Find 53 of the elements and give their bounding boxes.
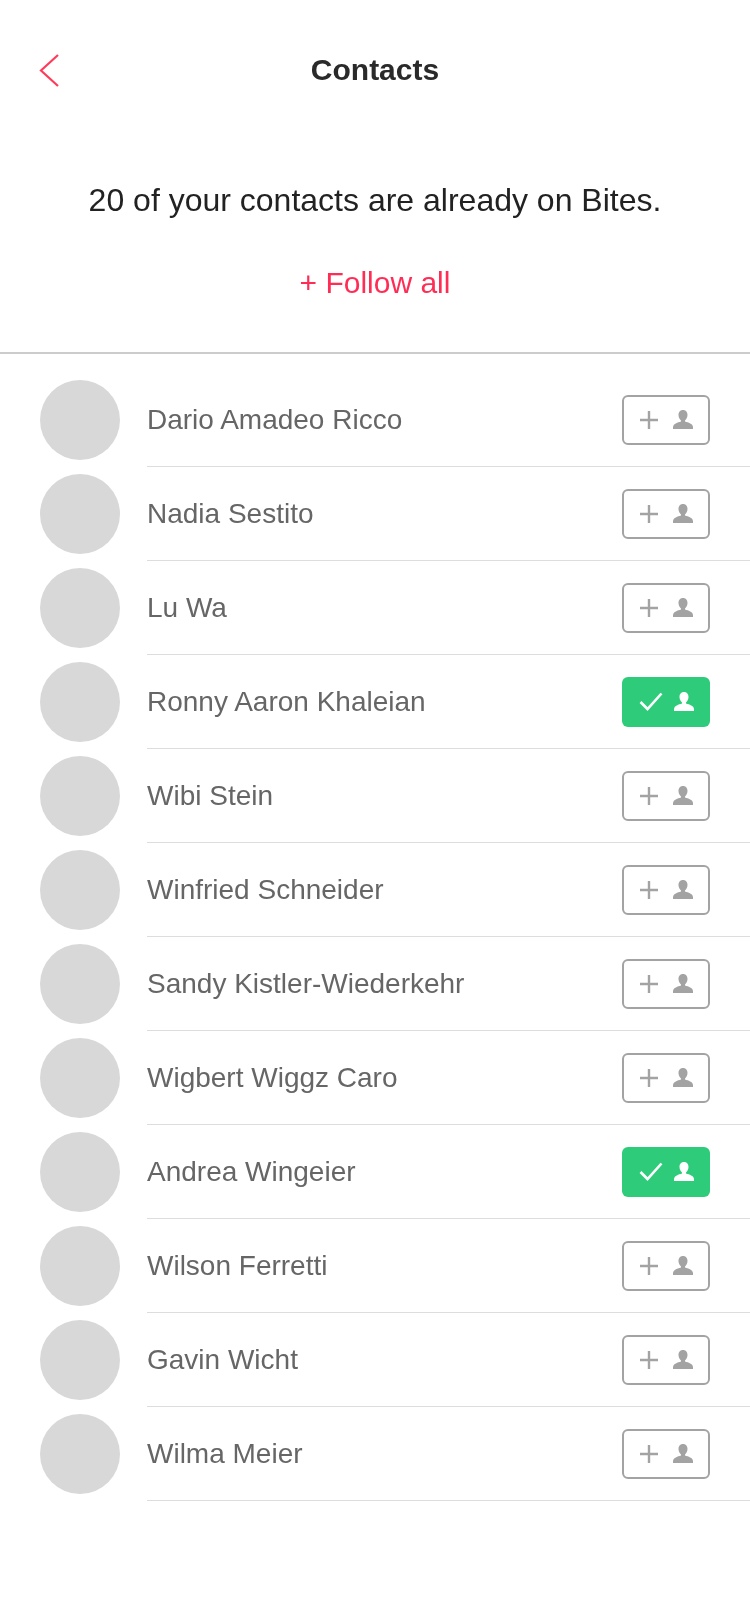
contact-name: Wigbert Wiggz Caro <box>147 1060 398 1095</box>
contact-name: Lu Wa <box>147 590 227 625</box>
plus-icon <box>640 410 658 429</box>
contact-name: Gavin Wicht <box>147 1342 298 1377</box>
person-icon <box>674 692 694 711</box>
plus-icon <box>640 974 658 993</box>
back-button[interactable] <box>39 53 59 87</box>
follow-button[interactable] <box>622 1146 710 1197</box>
contact-name: Dario Amadeo Ricco <box>147 402 403 437</box>
person-icon <box>673 974 693 993</box>
person-icon <box>673 786 693 805</box>
follow-button[interactable] <box>622 864 710 915</box>
follow-button[interactable] <box>622 1240 710 1291</box>
plus-icon <box>640 598 658 617</box>
person-icon <box>673 1350 693 1369</box>
contact-name: Winfried Schneider <box>147 872 384 907</box>
follow-button[interactable] <box>622 488 710 539</box>
contact-name: Wibi Stein <box>147 778 274 813</box>
follow-button[interactable] <box>622 582 710 633</box>
follow-button[interactable] <box>622 1428 710 1479</box>
contact-name: Wilson Ferretti <box>147 1248 328 1283</box>
plus-icon <box>640 880 658 899</box>
follow-button[interactable] <box>622 1052 710 1103</box>
plus-icon <box>640 1068 658 1087</box>
person-icon <box>673 880 693 899</box>
follow-all-button[interactable]: + Follow all <box>299 263 451 303</box>
person-icon <box>673 504 693 523</box>
plus-icon <box>640 1444 658 1463</box>
person-icon <box>673 598 693 617</box>
person-icon <box>673 1068 693 1087</box>
contacts-message: 20 of your contacts are already on Bites. <box>87 181 663 220</box>
person-icon <box>674 1162 694 1181</box>
plus-icon <box>640 504 658 523</box>
contact-name: Sandy Kistler-Wiederkehr <box>147 966 465 1001</box>
contact-name: Andrea Wingeier <box>147 1154 356 1189</box>
follow-button[interactable] <box>622 394 710 445</box>
plus-icon <box>640 1256 658 1275</box>
follow-button[interactable] <box>622 1334 710 1385</box>
plus-icon <box>640 786 658 805</box>
back-icon <box>39 53 59 87</box>
person-icon <box>673 1444 693 1463</box>
check-icon <box>639 1162 663 1181</box>
person-icon <box>673 1256 693 1275</box>
contact-name: Nadia Sestito <box>147 496 314 531</box>
person-icon <box>673 410 693 429</box>
screen-title: Contacts <box>310 52 440 88</box>
plus-icon <box>640 1350 658 1369</box>
contact-name: Wilma Meier <box>147 1436 303 1471</box>
check-icon <box>639 692 663 711</box>
contact-name: Ronny Aaron Khaleian <box>147 684 426 719</box>
follow-button[interactable] <box>622 958 710 1009</box>
follow-button[interactable] <box>622 770 710 821</box>
follow-button[interactable] <box>622 676 710 727</box>
